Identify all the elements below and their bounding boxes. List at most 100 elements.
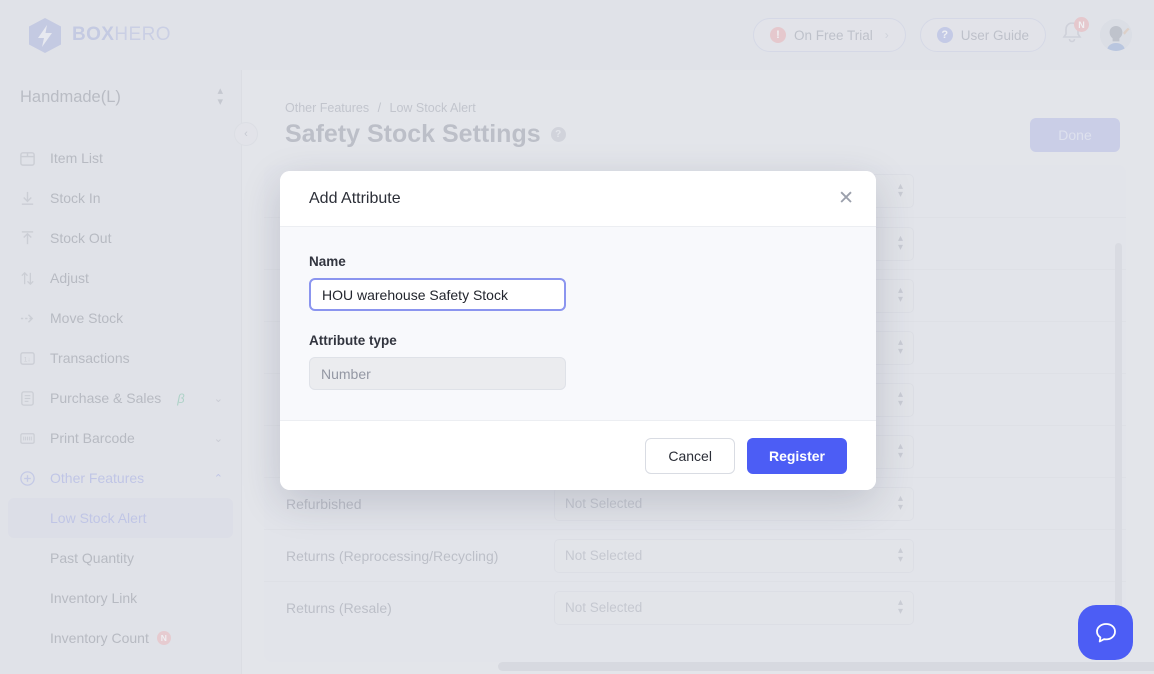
document-icon	[18, 389, 36, 407]
select-arrows-icon: ▴▾	[898, 339, 903, 356]
chat-support-button[interactable]	[1078, 605, 1133, 660]
top-bar: BOXHERO ! On Free Trial › ? User Guide	[0, 0, 1154, 70]
avatar[interactable]	[1100, 19, 1132, 51]
row-label: Returns (Resale)	[286, 600, 554, 616]
question-icon: ?	[937, 27, 953, 43]
box-icon	[18, 149, 36, 167]
row-select-value: Not Selected	[565, 496, 642, 511]
sidebar-item-stock-out[interactable]: Stock Out	[0, 218, 241, 258]
sidebar-item-item-list[interactable]: Item List	[0, 138, 241, 178]
select-arrows-icon: ▴▾	[898, 547, 903, 564]
select-arrows-icon: ▴▾	[898, 443, 903, 460]
breadcrumb-current: Low Stock Alert	[390, 101, 476, 115]
sidebar: Handmade(L) ▴▾ Item List Stock In	[0, 70, 242, 674]
chevron-down-icon: ⌄	[214, 432, 223, 445]
attribute-type-value: Number	[321, 366, 371, 382]
row-select[interactable]: Not Selected▴▾	[554, 591, 914, 625]
attribute-type-input: Number	[309, 357, 566, 390]
exclamation-icon: !	[770, 27, 786, 43]
sidebar-item-purchase-sales[interactable]: Purchase & Sales β ⌄	[0, 378, 241, 418]
close-icon[interactable]: ✕	[838, 189, 854, 208]
arrow-right-icon	[18, 309, 36, 327]
notification-badge: N	[1074, 17, 1089, 32]
sidebar-item-label: Transactions	[50, 350, 130, 366]
sidebar-item-low-stock-alert[interactable]: Low Stock Alert	[8, 498, 233, 538]
sidebar-item-inventory-count[interactable]: Inventory Count N	[0, 618, 241, 658]
subnav-item-label: Past Quantity	[50, 550, 134, 566]
updown-arrows-icon: ▴▾	[217, 86, 223, 108]
register-button[interactable]: Register	[747, 438, 847, 474]
attribute-type-label: Attribute type	[309, 333, 847, 348]
name-input[interactable]: HOU warehouse Safety Stock	[309, 278, 566, 311]
subnav-item-label: Low Stock Alert	[50, 510, 147, 526]
done-button[interactable]: Done	[1030, 118, 1120, 152]
free-trial-button[interactable]: ! On Free Trial ›	[753, 18, 906, 52]
cancel-button[interactable]: Cancel	[645, 438, 735, 474]
question-mark-icon[interactable]: ?	[551, 127, 566, 142]
brand-text: BOXHERO	[72, 24, 171, 46]
horizontal-scrollbar[interactable]	[498, 662, 1154, 671]
row-select[interactable]: Not Selected ▴▾	[554, 539, 914, 573]
name-input-value: HOU warehouse Safety Stock	[322, 287, 508, 303]
app-root: BOXHERO ! On Free Trial › ? User Guide	[0, 0, 1154, 674]
row-select[interactable]: Not Selected ▴▾	[554, 487, 914, 521]
table-row: Returns (Resale)Not Selected▴▾	[264, 581, 1126, 633]
row-select-value: Not Selected	[565, 548, 642, 563]
page-title-text: Safety Stock Settings	[285, 120, 541, 149]
sidebar-item-transactions[interactable]: 1↓ Transactions	[0, 338, 241, 378]
chat-bubble-icon	[1092, 619, 1120, 647]
arrow-up-icon	[18, 229, 36, 247]
sidebar-item-print-barcode[interactable]: Print Barcode ⌄	[0, 418, 241, 458]
select-arrows-icon: ▴▾	[898, 391, 903, 408]
breadcrumb-parent[interactable]: Other Features	[285, 101, 369, 115]
list-icon: 1↓	[18, 349, 36, 367]
subnav-item-label: Inventory Count	[50, 630, 149, 646]
sidebar-item-adjust[interactable]: Adjust	[0, 258, 241, 298]
sidebar-nav: Item List Stock In Stock Out	[0, 138, 241, 658]
modal-header: Add Attribute ✕	[280, 171, 876, 227]
sidebar-item-label: Print Barcode	[50, 430, 135, 446]
beta-badge: β	[177, 391, 184, 406]
name-field-label: Name	[309, 254, 847, 269]
workspace-selector[interactable]: Handmade(L) ▴▾	[0, 70, 241, 124]
brand-bold: BOX	[72, 24, 114, 45]
sidebar-item-past-quantity[interactable]: Past Quantity	[0, 538, 241, 578]
table-row: Returns (Reprocessing/Recycling)Not Sele…	[264, 529, 1126, 581]
add-attribute-modal: Add Attribute ✕ Name HOU warehouse Safet…	[280, 171, 876, 490]
new-badge: N	[157, 631, 171, 645]
boxhero-hexagon-icon	[28, 17, 62, 54]
sidebar-collapse-button[interactable]: ‹	[234, 122, 258, 146]
sidebar-item-inventory-link[interactable]: Inventory Link	[0, 578, 241, 618]
brand-logo[interactable]: BOXHERO	[28, 17, 171, 54]
select-arrows-icon: ▴▾	[898, 495, 903, 512]
free-trial-label: On Free Trial	[794, 28, 873, 43]
chevron-left-icon: ‹	[244, 128, 248, 140]
brand-light: HERO	[114, 24, 171, 45]
svg-text:1↓: 1↓	[23, 356, 30, 363]
row-select-value: Not Selected	[565, 600, 642, 615]
arrow-down-icon	[18, 189, 36, 207]
user-guide-button[interactable]: ? User Guide	[920, 18, 1046, 52]
user-guide-label: User Guide	[961, 28, 1029, 43]
sidebar-item-move-stock[interactable]: Move Stock	[0, 298, 241, 338]
breadcrumb: Other Features / Low Stock Alert	[285, 101, 476, 115]
sidebar-item-label: Stock In	[50, 190, 101, 206]
sidebar-item-other-features[interactable]: Other Features ⌃	[0, 458, 241, 498]
select-arrows-icon: ▴▾	[898, 235, 903, 252]
sidebar-item-label: Adjust	[50, 270, 89, 286]
field-spacer	[309, 311, 847, 333]
modal-title: Add Attribute	[309, 190, 401, 208]
modal-footer: Cancel Register	[280, 420, 876, 490]
sidebar-item-label: Item List	[50, 150, 103, 166]
select-arrows-icon: ▴▾	[898, 183, 903, 200]
page-title: Safety Stock Settings ?	[285, 120, 566, 149]
row-label: Returns (Reprocessing/Recycling)	[286, 548, 554, 564]
notifications-button[interactable]: N	[1060, 20, 1086, 50]
workspace-name: Handmade(L)	[20, 88, 121, 107]
plus-circle-icon	[18, 469, 36, 487]
vertical-scrollbar[interactable]	[1115, 243, 1122, 623]
sidebar-item-label: Other Features	[50, 470, 144, 486]
row-label: Refurbished	[286, 496, 554, 512]
sidebar-item-stock-in[interactable]: Stock In	[0, 178, 241, 218]
breadcrumb-separator: /	[378, 101, 381, 115]
